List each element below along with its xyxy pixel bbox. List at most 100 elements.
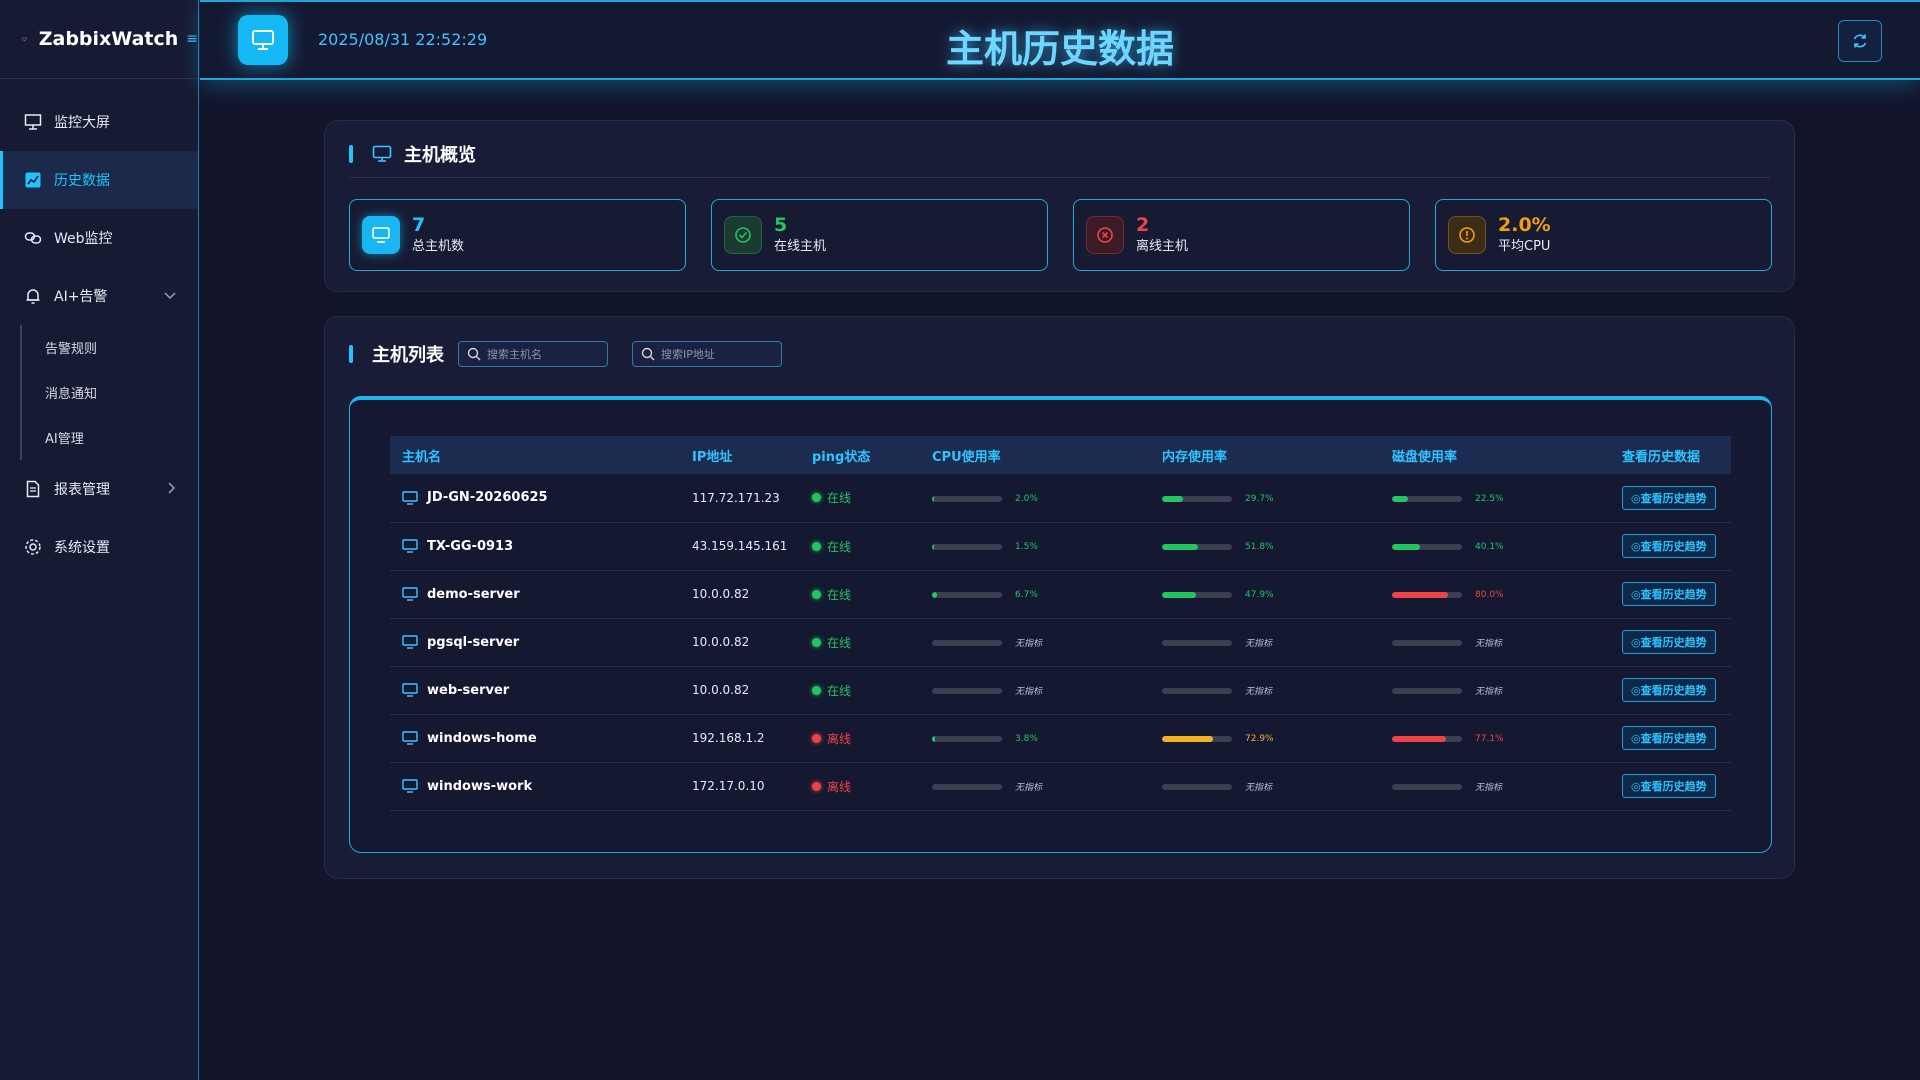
stat-label: 在线主机 [774,239,827,254]
view-history-trend-button[interactable]: ◎查看历史趋势 [1622,582,1716,606]
refresh-icon [1853,34,1867,48]
table-row: windows-work 172.17.0.10 离线 无指标 无指标 无指标 ◎查看历史趋… [390,762,1731,810]
meter-value: 无指标 [1475,639,1503,650]
meter-value: 1.5% [1015,542,1038,552]
ip-cell: 172.17.0.10 [692,779,765,793]
page-title: 主机历史数据 [945,27,1174,71]
chevron-down-icon [164,289,176,303]
stat-value: 7 [412,214,426,236]
stat-value: 2.0% [1498,214,1551,236]
ping-cell: 离线 [800,714,920,762]
meter-track [1392,736,1462,742]
ip-cell: 10.0.0.82 [692,635,750,649]
meter-value: 无指标 [1015,639,1043,650]
cpu-meter: 无指标 [932,684,1042,697]
meter-track [1392,783,1462,790]
sidebar-item-settings[interactable]: 系统设置 [0,518,198,576]
disk-cell: 22.5% [1380,474,1610,522]
view-history-trend-button[interactable]: ◎查看历史趋势 [1622,774,1716,798]
col-cpu: CPU使用率 [932,449,1001,465]
table-row: demo-server 10.0.0.82 在线 6.7% 47.9% 80.0% ◎查看历… [390,570,1731,618]
table-row: pgsql-server 10.0.0.82 在线 无指标 无指标 无指标 ◎查看历史趋势 [390,618,1731,666]
search-host-box[interactable] [458,341,608,367]
sidebar-item-dashboard[interactable]: 监控大屏 [0,93,198,151]
sidebar-item-history[interactable]: 历史数据 [0,151,198,209]
hostlist-title: 主机列表 [372,345,444,366]
status-dot [812,589,821,599]
mem-meter: 无指标 [1162,636,1272,649]
meter-value: 51.8% [1245,542,1274,552]
refresh-button[interactable] [1838,20,1882,62]
disk-meter: 无指标 [1392,684,1502,697]
sidebar-item-ai-alert[interactable]: AI+告警 [0,267,198,325]
meter-track [1162,639,1232,646]
app-name: ZabbixWatch [38,28,179,50]
status-text: 在线 [827,683,852,698]
view-history-trend-button[interactable]: ◎查看历史趋势 [1622,485,1716,510]
col-ping: ping状态 [812,449,871,465]
history-cell: ◎查看历史趋势 [1610,666,1731,714]
view-history-trend-button[interactable]: ◎查看历史趋势 [1622,630,1716,654]
monitor-icon [402,539,418,553]
sidebar-item-web-monitor[interactable]: Web监控 [0,209,198,267]
memory-cell: 47.9% [1150,570,1380,618]
hostlist-panel: 主机列表 主机名 IP地址 ping状态 CPU使用率 内存使用率 磁盘使用率 … [324,316,1795,879]
table-row: windows-home 192.168.1.2 离线 3.8% 72.9% 77.1% ◎… [390,714,1731,762]
table-row: web-server 10.0.0.82 在线 无指标 无指标 无指标 ◎查看历史趋势 [390,666,1731,714]
meter-value: 无指标 [1475,783,1503,794]
monitor-icon [372,145,392,162]
mem-meter: 无指标 [1162,780,1272,793]
cpu-cell: 1.5% [920,522,1150,570]
view-history-trend-button[interactable]: ◎查看历史趋势 [1622,726,1716,750]
search-ip-box[interactable] [632,341,782,367]
check-circle-icon [724,216,762,254]
ping-cell: 在线 [800,618,920,666]
host-name-cell: TX-GG-0913 [390,522,680,570]
sidebar-subitem-ai-management[interactable]: AI管理 [22,415,198,460]
view-history-trend-button[interactable]: ◎查看历史趋势 [1622,678,1716,702]
gear-icon [24,538,42,556]
memory-cell: 无指标 [1150,666,1380,714]
cpu-cell: 6.7% [920,570,1150,618]
monitor-icon [402,635,418,649]
meter-fill [932,495,935,502]
meter-value: 72.9% [1245,734,1274,744]
sidebar-subitem-alert-rules[interactable]: 告警规则 [22,325,198,370]
document-icon [24,480,42,498]
meter-fill [932,592,937,598]
overview-title: 主机概览 [404,145,476,166]
status-badge: 在线 [812,489,851,506]
section-marker [349,145,353,163]
cpu-meter: 3.8% [932,734,1038,744]
host-name: JD-GN-20260625 [427,490,548,506]
search-ip-input[interactable] [661,347,771,361]
sidebar: ZabbixWatch ≡ 监控大屏 历史数据 Web监控 AI+告警 告警规则… [0,0,199,1080]
table-body: JD-GN-20260625 117.72.171.23 在线 2.0% 29.7% 22… [390,474,1731,810]
sidebar-item-reports[interactable]: 报表管理 [0,460,198,518]
section-marker [349,345,353,363]
meter-track [1162,495,1232,502]
disk-meter: 无指标 [1392,636,1502,649]
meter-track [1392,687,1462,694]
meter-value: 无指标 [1015,783,1043,794]
meter-fill [1392,592,1448,598]
host-name: web-server [427,682,510,698]
search-host-input[interactable] [487,347,597,361]
history-cell: ◎查看历史趋势 [1610,570,1731,618]
ip-cell: 10.0.0.82 [692,587,750,601]
monitor-icon [402,491,418,505]
status-badge: 离线 [812,778,851,795]
sidebar-subitem-notifications[interactable]: 消息通知 [22,370,198,415]
cpu-meter: 1.5% [932,542,1038,552]
monitor-icon [362,216,400,254]
menu-toggle-icon[interactable]: ≡ [186,31,198,47]
search-icon [467,347,481,361]
meter-value: 40.1% [1475,542,1504,552]
cpu-cell: 无指标 [920,666,1150,714]
sidebar-item-label: AI+告警 [54,289,108,305]
disk-meter: 无指标 [1392,780,1502,793]
disk-cell: 40.1% [1380,522,1610,570]
view-history-trend-button[interactable]: ◎查看历史趋势 [1622,534,1716,558]
meter-track [932,495,1002,502]
mem-meter: 无指标 [1162,684,1272,697]
